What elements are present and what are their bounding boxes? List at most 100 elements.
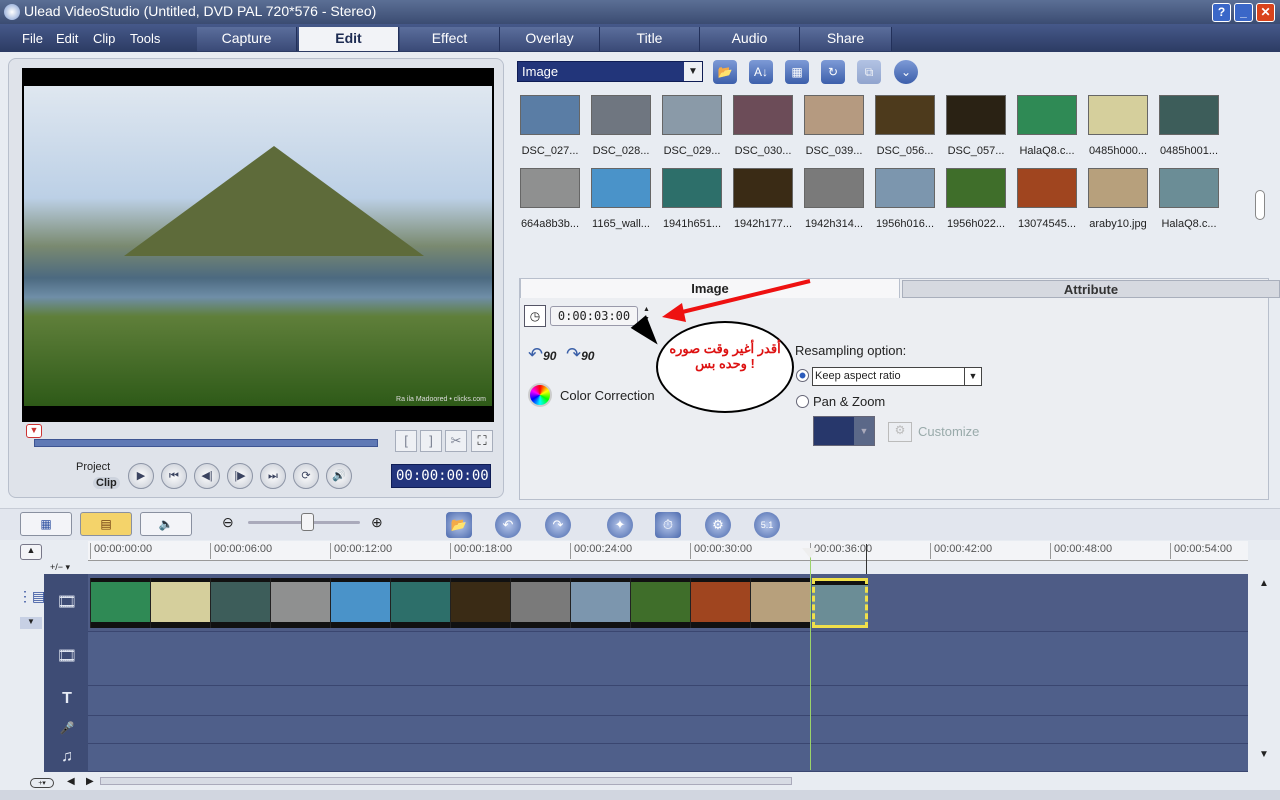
zoom-out-icon[interactable]: ⊖ xyxy=(222,514,234,531)
library-thumbnail[interactable]: 1165_wall... xyxy=(590,168,652,234)
enlarge-button[interactable]: ⛶ xyxy=(471,430,493,452)
menu-clip[interactable]: Clip xyxy=(93,31,115,46)
tab-title[interactable]: Title xyxy=(600,27,700,51)
menu-file[interactable]: File xyxy=(22,31,43,46)
project-label[interactable]: Project xyxy=(76,461,110,473)
timeline-clip[interactable] xyxy=(750,578,810,628)
duration-input[interactable]: 0:00:03:00 xyxy=(550,306,638,326)
library-thumbnail[interactable]: DSC_030... xyxy=(732,95,794,161)
surround-sound-icon[interactable]: 5.1 xyxy=(754,512,780,538)
scrub-start-icon[interactable]: ▼ xyxy=(26,424,42,438)
track-expand-icon[interactable]: ▼ xyxy=(20,617,42,629)
smart-proxy-icon[interactable]: ⏱ xyxy=(655,512,681,538)
mark-in-button[interactable]: [ xyxy=(395,430,417,452)
library-thumbnail[interactable]: 1942h177... xyxy=(732,168,794,234)
redo-icon[interactable]: ↷ xyxy=(545,512,571,538)
track-manager-menu[interactable]: +/− ▾ xyxy=(44,562,88,574)
timeline-menu-icon[interactable]: +▾ xyxy=(30,778,54,788)
timeline-clip[interactable] xyxy=(90,578,150,628)
timeline-vscroll[interactable]: ▲ ▼ xyxy=(1258,578,1270,768)
collapse-timeline-icon[interactable]: ▲ xyxy=(20,544,42,560)
library-thumbnail[interactable]: HalaQ8.c... xyxy=(1016,95,1078,161)
library-scroll-thumb[interactable] xyxy=(1255,190,1265,220)
color-wheel-icon[interactable] xyxy=(528,383,552,407)
repeat-button[interactable]: ⟳ xyxy=(293,463,319,489)
library-thumbnail[interactable]: araby10.jpg xyxy=(1087,168,1149,234)
title-track[interactable] xyxy=(88,686,1248,716)
storyboard-view-button[interactable]: ▦ xyxy=(20,512,72,536)
library-thumbnail[interactable]: 13074545... xyxy=(1016,168,1078,234)
help-button[interactable]: ? xyxy=(1212,3,1231,22)
tab-effect[interactable]: Effect xyxy=(400,27,500,51)
timeline-clip[interactable] xyxy=(150,578,210,628)
pan-zoom-radio[interactable] xyxy=(796,395,809,408)
timeline-clip[interactable] xyxy=(330,578,390,628)
library-thumbnail[interactable]: DSC_027... xyxy=(519,95,581,161)
scrub-bar[interactable] xyxy=(34,439,378,447)
timeline-hscroll[interactable] xyxy=(100,777,792,785)
clip-label[interactable]: Clip xyxy=(93,477,120,489)
tab-share[interactable]: Share xyxy=(800,27,892,51)
library-category-select[interactable]: Image ▼ xyxy=(517,61,703,82)
play-button[interactable]: ▶ xyxy=(128,463,154,489)
tab-audio[interactable]: Audio xyxy=(700,27,800,51)
pan-zoom-preset[interactable]: ▼ xyxy=(813,416,875,446)
overlay-track[interactable] xyxy=(88,632,1248,686)
music-track[interactable] xyxy=(88,744,1248,772)
scroll-down-icon[interactable]: ▼ xyxy=(1258,749,1270,760)
batch-convert-icon[interactable]: ⚙ xyxy=(705,512,731,538)
timeline-clip[interactable] xyxy=(812,578,868,628)
sort-icon[interactable]: A↓ xyxy=(749,60,773,84)
chevron-down-icon[interactable]: ▼ xyxy=(854,417,874,445)
color-correction-label[interactable]: Color Correction xyxy=(560,388,655,403)
zoom-in-icon[interactable]: ⊕ xyxy=(371,514,383,531)
timeline-view-button[interactable]: ▤ xyxy=(80,512,132,536)
rotate-right-icon[interactable]: ↷90 xyxy=(566,344,594,365)
timeline-clip[interactable] xyxy=(450,578,510,628)
keep-aspect-radio[interactable] xyxy=(796,369,809,382)
timeline-clip[interactable] xyxy=(390,578,450,628)
library-thumbnail[interactable]: HalaQ8.c... xyxy=(1158,168,1220,234)
tab-overlay[interactable]: Overlay xyxy=(500,27,600,51)
next-frame-button[interactable]: |▶ xyxy=(227,463,253,489)
customize-button[interactable]: Customize xyxy=(918,424,979,439)
playhead-marker[interactable] xyxy=(802,548,818,558)
import-icon[interactable]: ⧉ xyxy=(857,60,881,84)
pan-zoom-label[interactable]: Pan & Zoom xyxy=(813,394,885,409)
library-thumbnail[interactable]: 664a8b3b... xyxy=(519,168,581,234)
timecode-display[interactable]: 00:00:00:00 xyxy=(391,464,491,488)
end-button[interactable]: ⏭ xyxy=(260,463,286,489)
timeline-clip[interactable] xyxy=(570,578,630,628)
tab-edit[interactable]: Edit xyxy=(299,27,399,51)
library-thumbnail[interactable]: DSC_039... xyxy=(803,95,865,161)
voice-track[interactable] xyxy=(88,716,1248,744)
rotate-left-icon[interactable]: ↶90 xyxy=(528,344,556,365)
view-icon[interactable]: ▦ xyxy=(785,60,809,84)
library-thumbnail[interactable]: DSC_029... xyxy=(661,95,723,161)
undo-icon[interactable]: ↶ xyxy=(495,512,521,538)
expand-icon[interactable]: ⌄ xyxy=(894,60,918,84)
library-thumbnail[interactable]: 1942h314... xyxy=(803,168,865,234)
time-ruler[interactable]: 00:00:00:00 00:00:06:00 00:00:12:00 00:00:1… xyxy=(88,541,1248,561)
open-folder-icon[interactable]: 📂 xyxy=(713,60,737,84)
zoom-slider-thumb[interactable] xyxy=(301,513,314,531)
timeline-clip[interactable] xyxy=(630,578,690,628)
enhance-icon[interactable]: ✦ xyxy=(607,512,633,538)
timeline-clip[interactable] xyxy=(270,578,330,628)
scroll-left-icon[interactable]: ◀ xyxy=(67,776,75,787)
resample-select[interactable]: Keep aspect ratio ▼ xyxy=(812,367,982,386)
scroll-up-icon[interactable]: ▲ xyxy=(1258,578,1270,589)
chevron-down-icon[interactable]: ▼ xyxy=(684,62,702,81)
chevron-down-icon[interactable]: ▼ xyxy=(964,368,981,385)
audio-view-button[interactable]: 🔈 xyxy=(140,512,192,536)
library-thumbnail[interactable]: 1956h022... xyxy=(945,168,1007,234)
tab-attribute[interactable]: Attribute xyxy=(902,280,1280,298)
library-thumbnail[interactable]: DSC_056... xyxy=(874,95,936,161)
insert-media-icon[interactable]: 📂 xyxy=(446,512,472,538)
close-button[interactable]: ✕ xyxy=(1256,3,1275,22)
library-thumbnail[interactable]: DSC_028... xyxy=(590,95,652,161)
mark-out-button[interactable]: ] xyxy=(420,430,442,452)
duration-up-button[interactable]: ▲ xyxy=(640,306,653,316)
menu-tools[interactable]: Tools xyxy=(130,31,160,46)
previous-frame-button[interactable]: ◀| xyxy=(194,463,220,489)
